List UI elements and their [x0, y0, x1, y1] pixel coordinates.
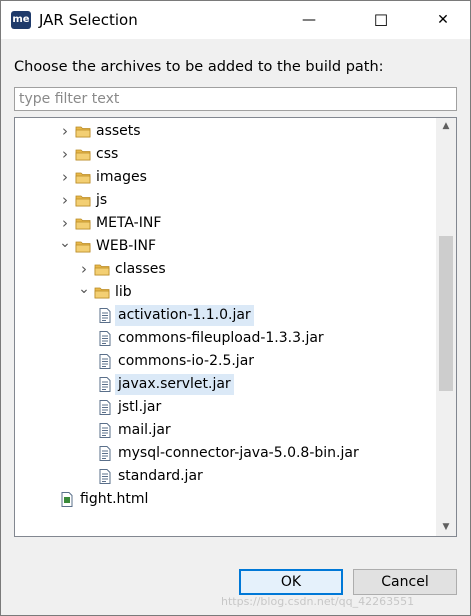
tree-item-label: jstl.jar: [118, 399, 162, 415]
folder-icon: [75, 170, 91, 185]
tree-item-label: mail.jar: [118, 422, 171, 438]
tree-rows: › assets › css › images › js › META-INF ⌄ WEB-INF › c…: [15, 120, 437, 511]
tree-folder-row[interactable]: ⌄ lib: [15, 281, 437, 304]
expand-chevron-icon[interactable]: ›: [59, 143, 71, 166]
jar-file-icon: [97, 446, 113, 461]
minimize-icon: —: [302, 12, 316, 28]
folder-icon: [94, 285, 110, 300]
jar-file-icon: [97, 308, 113, 323]
tree-item-label: standard.jar: [118, 468, 203, 484]
tree-item-label: javax.servlet.jar: [115, 374, 234, 395]
close-icon: ✕: [437, 12, 449, 28]
jar-file-icon: [97, 469, 113, 484]
tree-item-label: images: [96, 169, 147, 185]
expand-chevron-icon[interactable]: ›: [78, 258, 90, 281]
folder-icon: [75, 239, 91, 254]
maximize-icon: ☐: [373, 10, 389, 30]
tree-file-row[interactable]: mysql-connector-java-5.0.8-bin.jar: [15, 442, 437, 465]
tree-file-row[interactable]: javax.servlet.jar: [15, 373, 437, 396]
tree-folder-row[interactable]: › assets: [15, 120, 437, 143]
folder-icon: [75, 193, 91, 208]
folder-icon: [75, 216, 91, 231]
tree-file-row[interactable]: commons-fileupload-1.3.3.jar: [15, 327, 437, 350]
scrollbar-thumb[interactable]: [439, 236, 453, 391]
archive-tree[interactable]: › assets › css › images › js › META-INF ⌄ WEB-INF › c…: [14, 117, 457, 537]
ok-button[interactable]: OK: [239, 569, 343, 595]
tree-folder-row[interactable]: › css: [15, 143, 437, 166]
folder-icon: [94, 262, 110, 277]
filter-input[interactable]: [14, 87, 457, 111]
cancel-button[interactable]: Cancel: [353, 569, 457, 595]
tree-item-label: META-INF: [96, 215, 162, 231]
tree-item-label: css: [96, 146, 119, 162]
expand-chevron-icon[interactable]: ›: [59, 212, 71, 235]
folder-icon: [75, 147, 91, 162]
tree-item-label: classes: [115, 261, 166, 277]
jar-file-icon: [97, 331, 113, 346]
expand-chevron-icon[interactable]: ›: [59, 189, 71, 212]
expand-chevron-icon[interactable]: ›: [59, 166, 71, 189]
tree-file-row[interactable]: jstl.jar: [15, 396, 437, 419]
tree-folder-row[interactable]: › images: [15, 166, 437, 189]
maximize-button[interactable]: ☐: [358, 1, 404, 39]
tree-file-row[interactable]: mail.jar: [15, 419, 437, 442]
html-file-icon: [59, 492, 75, 507]
tree-item-label: activation-1.1.0.jar: [115, 305, 254, 326]
tree-folder-row[interactable]: ⌄ WEB-INF: [15, 235, 437, 258]
window-title: JAR Selection: [39, 11, 138, 29]
app-logo-icon: me: [11, 11, 31, 29]
tree-folder-row[interactable]: › META-INF: [15, 212, 437, 235]
tree-file-row[interactable]: commons-io-2.5.jar: [15, 350, 437, 373]
jar-file-icon: [97, 423, 113, 438]
close-button[interactable]: ✕: [420, 1, 466, 39]
tree-folder-row[interactable]: › classes: [15, 258, 437, 281]
tree-file-row[interactable]: fight.html: [15, 488, 437, 511]
collapse-chevron-icon[interactable]: ⌄: [78, 281, 90, 304]
expand-chevron-icon[interactable]: ›: [59, 120, 71, 143]
tree-item-label: fight.html: [80, 491, 149, 507]
tree-item-label: js: [96, 192, 108, 208]
title-bar[interactable]: me JAR Selection — ☐ ✕: [1, 1, 470, 39]
tree-item-label: commons-io-2.5.jar: [118, 353, 255, 369]
tree-item-label: lib: [115, 284, 132, 300]
tree-item-label: WEB-INF: [96, 238, 156, 254]
jar-file-icon: [97, 400, 113, 415]
minimize-button[interactable]: —: [286, 1, 332, 39]
collapse-chevron-icon[interactable]: ⌄: [59, 235, 71, 258]
jar-file-icon: [97, 377, 113, 392]
tree-item-label: mysql-connector-java-5.0.8-bin.jar: [118, 445, 359, 461]
dialog-body: Choose the archives to be added to the b…: [1, 39, 470, 615]
folder-icon: [75, 124, 91, 139]
tree-item-label: assets: [96, 123, 141, 139]
tree-folder-row[interactable]: › js: [15, 189, 437, 212]
scroll-down-icon[interactable]: ▼: [436, 519, 456, 536]
tree-file-row[interactable]: standard.jar: [15, 465, 437, 488]
tree-file-row[interactable]: activation-1.1.0.jar: [15, 304, 437, 327]
vertical-scrollbar[interactable]: ▲ ▼: [436, 118, 456, 536]
instruction-text: Choose the archives to be added to the b…: [14, 59, 384, 75]
tree-item-label: commons-fileupload-1.3.3.jar: [118, 330, 324, 346]
jar-file-icon: [97, 354, 113, 369]
jar-selection-dialog: me JAR Selection — ☐ ✕ Choose the archiv…: [0, 0, 471, 616]
scroll-up-icon[interactable]: ▲: [436, 118, 456, 135]
watermark: https://blog.csdn.net/qq_42263551: [221, 595, 415, 608]
